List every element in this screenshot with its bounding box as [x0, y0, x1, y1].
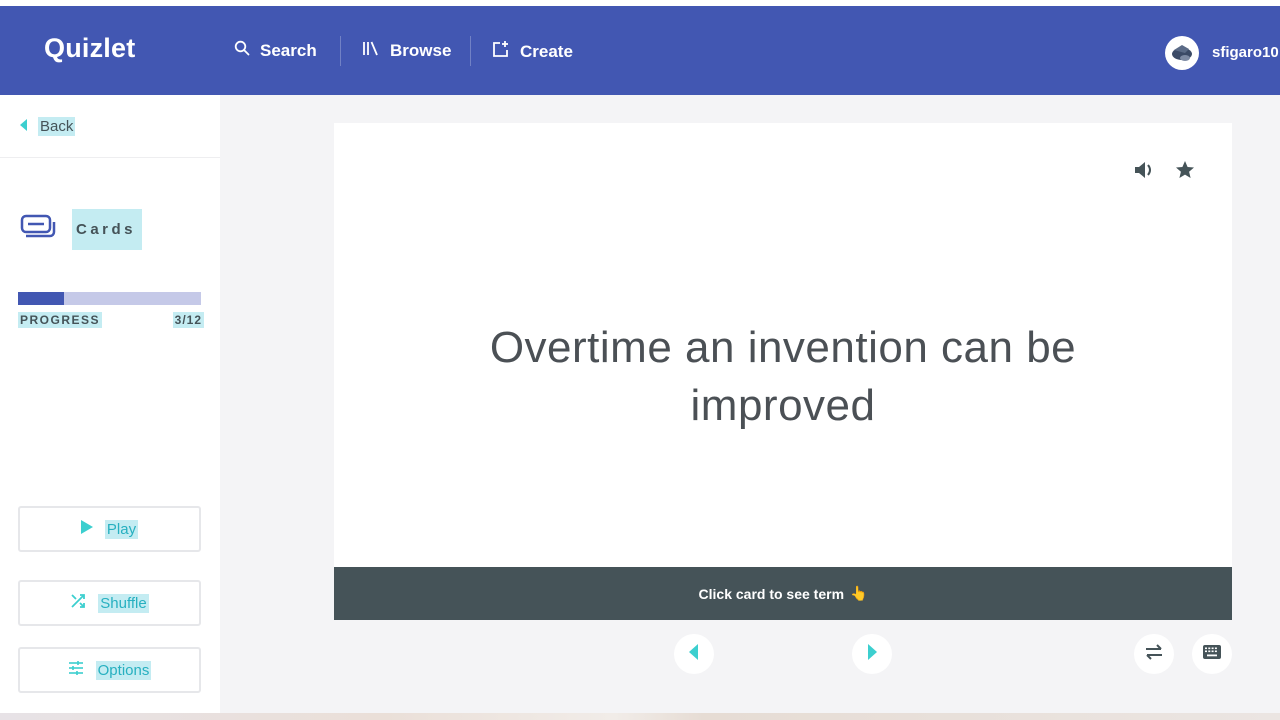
study-sidebar: Back Cards PROGRESS 3/12 Play Shuffle Op…	[0, 95, 220, 715]
progress-fill	[18, 292, 64, 305]
swap-icon	[1144, 643, 1164, 666]
quizlet-logo[interactable]: Quizlet	[44, 33, 135, 64]
progress-count: 3/12	[172, 312, 204, 328]
nav-browse[interactable]: Browse	[362, 40, 451, 61]
card-hint-bar[interactable]: Click card to see term 👆	[334, 567, 1232, 620]
caret-left-icon	[689, 643, 699, 665]
mode-cards[interactable]: Cards	[20, 209, 143, 250]
flashcard[interactable]: Overtime an invention can be improved	[334, 123, 1232, 567]
options-icon	[68, 660, 84, 680]
username[interactable]: sfigaro10	[1212, 44, 1279, 61]
library-icon	[362, 40, 380, 61]
shuffle-label: Shuffle	[98, 593, 149, 613]
progress-label: PROGRESS	[18, 312, 103, 328]
shuffle-button[interactable]: Shuffle	[18, 580, 201, 626]
window-bottom-edge	[0, 713, 1280, 720]
previous-card-button[interactable]	[674, 634, 714, 674]
shuffle-icon	[70, 593, 86, 613]
options-button[interactable]: Options	[18, 647, 201, 693]
swap-sides-button[interactable]	[1134, 634, 1174, 674]
nav-divider	[470, 36, 471, 66]
top-nav-bar: Quizlet Search Browse Create sfigaro10	[0, 6, 1280, 95]
nav-search[interactable]: Search	[234, 40, 317, 61]
nav-search-label: Search	[260, 40, 317, 60]
sidebar-divider	[0, 157, 220, 158]
next-card-button[interactable]	[852, 634, 892, 674]
back-label: Back	[38, 117, 76, 136]
nav-create[interactable]: Create	[492, 40, 573, 63]
audio-button[interactable]	[1133, 160, 1157, 184]
keyboard-icon	[1202, 644, 1222, 665]
play-icon	[80, 520, 93, 538]
create-icon	[492, 40, 510, 63]
mode-label: Cards	[72, 209, 143, 250]
nav-divider	[340, 36, 341, 66]
cards-icon	[20, 214, 56, 245]
play-button[interactable]: Play	[18, 506, 201, 552]
play-label: Play	[104, 519, 139, 539]
search-icon	[234, 40, 250, 61]
caret-left-icon	[20, 118, 28, 135]
speaker-icon	[1134, 160, 1156, 185]
card-definition-text: Overtime an invention can be improved	[489, 323, 1077, 430]
caret-right-icon	[867, 643, 877, 665]
options-label: Options	[95, 660, 152, 680]
pointing-hand-icon: 👆	[850, 585, 868, 601]
star-icon	[1175, 160, 1195, 185]
card-hint-text: Click card to see term	[698, 585, 845, 602]
keyboard-shortcuts-button[interactable]	[1192, 634, 1232, 674]
user-avatar[interactable]	[1165, 36, 1199, 70]
star-button[interactable]	[1173, 160, 1197, 184]
nav-create-label: Create	[520, 41, 573, 61]
nav-browse-label: Browse	[390, 40, 452, 60]
back-button[interactable]: Back	[20, 117, 76, 136]
progress-bar	[18, 292, 201, 305]
